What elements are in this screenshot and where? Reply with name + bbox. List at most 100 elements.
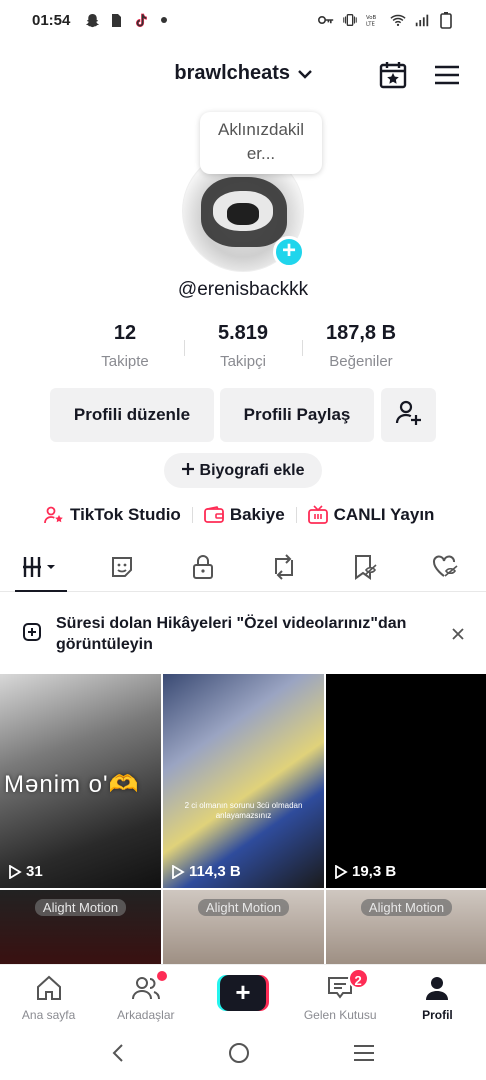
tab-private[interactable]: [162, 548, 243, 591]
video-caption: Mənim o'🫶: [4, 771, 140, 798]
nav-label: Profil: [422, 1008, 453, 1022]
nav-label: Arkadaşlar: [117, 1008, 175, 1022]
view-count: 19,3 B: [334, 863, 396, 880]
tab-stickers[interactable]: [81, 548, 162, 591]
view-count: 114,3 B: [171, 863, 241, 880]
balance-link[interactable]: Bakiye: [203, 505, 285, 525]
person-star-icon: [44, 505, 64, 525]
add-bio-button[interactable]: Biyografi ekle: [164, 453, 322, 488]
video-thumbnail[interactable]: 2 ci olmanın sorunu 3cü olmadan anlayama…: [163, 674, 324, 888]
back-icon[interactable]: [110, 1043, 126, 1068]
tiktok-studio-label: TikTok Studio: [70, 505, 181, 524]
stat-likes[interactable]: 187,8 B Beğeniler: [302, 322, 420, 374]
balance-label: Bakiye: [229, 505, 285, 524]
wifi-icon: [390, 12, 406, 28]
stat-value: 187,8 B: [325, 322, 397, 344]
tiktok-icon: [132, 12, 148, 28]
lock-icon: [191, 554, 215, 585]
stat-label: Takipte: [101, 353, 149, 370]
nav-create[interactable]: +: [194, 965, 291, 1026]
sticker-icon: [109, 554, 135, 585]
view-count-value: 19,3 B: [352, 863, 397, 880]
nav-label: Ana sayfa: [21, 1008, 76, 1022]
note-text-line1: Aklınızdakil: [218, 120, 304, 139]
snapchat-icon: [84, 12, 100, 28]
nav-home[interactable]: Ana sayfa: [0, 965, 97, 1026]
note-text-line2: er...: [246, 144, 276, 163]
creator-links: TikTok Studio Bakiye CANLI Yayın: [44, 505, 434, 525]
battery-icon: [438, 11, 454, 29]
profile-header: brawlcheats: [0, 52, 486, 96]
notification-dot: [157, 971, 168, 981]
nav-label: Gelen Kutusu: [303, 1008, 377, 1022]
heart-hidden-icon: [431, 554, 461, 585]
tab-videos[interactable]: [0, 548, 81, 592]
nav-inbox[interactable]: 2 Gelen Kutusu: [292, 965, 389, 1026]
key-icon: [318, 12, 334, 28]
calendar-star-icon[interactable]: [378, 60, 408, 90]
username-title: brawlcheats: [174, 62, 291, 84]
expired-stories-banner[interactable]: Süresi dolan Hikâyeleri "Özel videoların…: [0, 600, 486, 668]
share-profile-button[interactable]: Profili Paylaş: [220, 388, 374, 442]
plus-icon: [181, 462, 194, 480]
videos-grid-icon: [21, 555, 61, 584]
banner-text: Süresi dolan Hikâyeleri "Özel videoların…: [56, 615, 407, 653]
system-nav-bar: [0, 1030, 486, 1080]
dot-icon: [156, 12, 172, 28]
status-bar: 01:54 VoB LTE: [0, 0, 486, 40]
profile-icon: [424, 975, 450, 1004]
stat-value: 12: [113, 322, 137, 344]
profile-stats: 12 Takipte 5.819 Takipçi 187,8 B Beğenil…: [66, 322, 420, 374]
sim-icon: [108, 12, 124, 28]
video-thumbnail[interactable]: Mənim o'🫶 31: [0, 674, 161, 888]
create-icon: +: [217, 975, 269, 1011]
bottom-nav: Ana sayfa Arkadaşlar + 2 Gelen Kutusu Pr…: [0, 964, 486, 1026]
stat-following[interactable]: 12 Takipte: [66, 322, 184, 374]
profile-handle: @erenisbackkk: [177, 279, 309, 300]
view-count: 31: [8, 863, 43, 880]
tab-liked[interactable]: [405, 548, 486, 591]
stat-label: Beğeniler: [329, 353, 393, 370]
volte-icon: VoB LTE: [366, 12, 382, 28]
add-story-icon[interactable]: +: [273, 236, 305, 268]
recent-apps-icon[interactable]: [352, 1043, 376, 1068]
watermark: Alight Motion: [163, 899, 324, 916]
stat-value: 5.819: [217, 322, 269, 344]
live-tv-icon: [307, 505, 328, 525]
view-count-value: 114,3 B: [189, 863, 241, 880]
tab-favorites[interactable]: [324, 548, 405, 591]
content-tabs: [0, 548, 486, 592]
home-icon: [35, 975, 63, 1004]
note-bubble[interactable]: Aklınızdakil er...: [200, 112, 322, 174]
add-friend-button[interactable]: [381, 388, 436, 442]
menu-icon[interactable]: [434, 64, 460, 86]
status-time: 01:54: [32, 11, 71, 29]
play-icon: [172, 864, 185, 879]
video-thumbnail[interactable]: 19,3 B: [326, 674, 486, 888]
nav-friends[interactable]: Arkadaşlar: [97, 965, 194, 1026]
video-grid: Mənim o'🫶 31 2 ci olmanın sorunu 3cü olm…: [0, 674, 486, 966]
account-switcher[interactable]: brawlcheats: [0, 62, 486, 85]
vibrate-icon: [342, 12, 358, 28]
bookmark-hidden-icon: [351, 554, 379, 585]
play-icon: [9, 864, 22, 879]
signal-icon: [414, 12, 430, 28]
inbox-badge: 2: [347, 968, 369, 989]
edit-profile-button[interactable]: Profili düzenle: [50, 388, 214, 442]
nav-profile[interactable]: Profil: [389, 965, 486, 1026]
stat-label: Takipçi: [220, 353, 266, 370]
tiktok-studio-link[interactable]: TikTok Studio: [44, 505, 181, 525]
svg-text:VoB: VoB: [366, 15, 376, 21]
video-subtitle: 2 ci olmanın sorunu 3cü olmadan anlayama…: [184, 801, 303, 820]
close-icon[interactable]: [452, 624, 464, 645]
stat-followers[interactable]: 5.819 Takipçi: [184, 322, 302, 374]
video-thumbnail[interactable]: Alight Motion: [163, 890, 324, 966]
add-user-icon: [394, 398, 424, 433]
video-thumbnail[interactable]: Alight Motion: [0, 890, 161, 966]
live-link[interactable]: CANLI Yayın: [307, 505, 434, 525]
view-count-value: 31: [26, 863, 43, 880]
tab-reposts[interactable]: [243, 548, 324, 591]
story-add-icon: [22, 622, 42, 647]
home-circle-icon[interactable]: [227, 1041, 251, 1070]
video-thumbnail[interactable]: Alight Motion: [326, 890, 486, 966]
